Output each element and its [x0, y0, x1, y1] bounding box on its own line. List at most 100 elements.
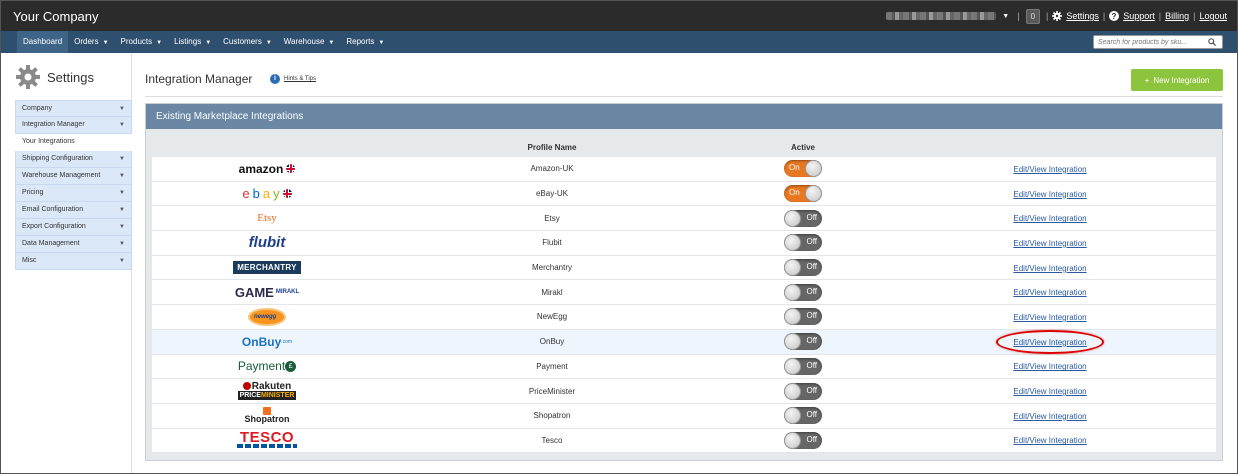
edit-view-integration-link[interactable]: Edit/View Integration: [1013, 313, 1086, 322]
support-link[interactable]: Support: [1123, 11, 1155, 21]
notification-count[interactable]: 0: [1025, 8, 1041, 24]
nav-products[interactable]: Products ▼: [115, 31, 169, 53]
product-search[interactable]: [1093, 35, 1223, 49]
search-input[interactable]: [1098, 38, 1208, 46]
mirakl-logo: GAME MIRAKL: [152, 285, 382, 300]
sidebar-item-label: Warehouse Management: [22, 172, 101, 179]
edit-view-integration-link[interactable]: Edit/View Integration: [1013, 190, 1086, 199]
chevron-down-icon: ▼: [156, 40, 163, 46]
divider: |: [1193, 11, 1196, 21]
sidebar-item-email-configuration[interactable]: Email Configuration ▼: [15, 202, 132, 219]
sidebar-item-your-integrations[interactable]: Your Integrations: [15, 134, 132, 151]
profile-name: Flubit: [542, 238, 562, 248]
edit-view-integration-link[interactable]: Edit/View Integration: [1013, 165, 1086, 174]
edit-view-integration-link[interactable]: Edit/View Integration: [1013, 214, 1086, 223]
nav-customers[interactable]: Customers ▼: [217, 31, 278, 53]
active-toggle[interactable]: Off: [784, 407, 822, 425]
nav-dashboard[interactable]: Dashboard: [17, 31, 69, 53]
sidebar-item-export-configuration[interactable]: Export Configuration ▼: [15, 219, 132, 236]
sidebar-item-label: Integration Manager: [22, 121, 85, 128]
user-name-redacted[interactable]: [886, 12, 997, 20]
chevron-down-icon: ▼: [265, 40, 272, 46]
active-toggle[interactable]: Off: [784, 382, 822, 400]
toggle-knob: [784, 283, 801, 301]
active-cell: Off: [722, 259, 884, 277]
nav-label: Listings: [174, 37, 202, 46]
nav-listings[interactable]: Listings ▼: [168, 31, 217, 53]
chevron-down-icon: ▼: [119, 241, 125, 247]
table-row: flubit Flubit Off Edit/View Integration: [152, 231, 1216, 256]
sidebar-item-shipping-configuration[interactable]: Shipping Configuration ▼: [15, 151, 132, 168]
edit-view-integration-link[interactable]: Edit/View Integration: [1013, 362, 1086, 371]
active-toggle[interactable]: Off: [784, 308, 822, 326]
nav-orders[interactable]: Orders ▼: [68, 31, 114, 53]
table-row: Payment £ Payment Off Edit/View Integrati…: [152, 354, 1216, 380]
active-toggle[interactable]: On: [784, 160, 822, 178]
new-integration-button[interactable]: + New Integration: [1131, 69, 1223, 91]
active-toggle[interactable]: Off: [784, 283, 822, 301]
sidebar-item-pricing[interactable]: Pricing ▼: [15, 185, 132, 202]
active-cell: Off: [722, 382, 884, 400]
help-icon[interactable]: ?: [1109, 11, 1120, 21]
sidebar-item-label: Misc: [22, 257, 37, 264]
sidebar-item-integration-manager[interactable]: Integration Manager ▼: [15, 117, 132, 134]
gear-icon[interactable]: [1052, 11, 1063, 21]
pound-icon: £: [285, 360, 297, 372]
nav-label: Customers: [223, 37, 262, 46]
search-icon[interactable]: [1208, 38, 1216, 46]
etsy-logo: Etsy: [152, 212, 382, 224]
active-toggle[interactable]: Off: [784, 234, 822, 252]
profile-name: NewEgg: [536, 312, 568, 322]
sidebar-item-misc[interactable]: Misc ▼: [15, 253, 132, 270]
table-row: amazon Amazon-UK On Edit/View Integratio…: [152, 157, 1216, 182]
sidebar-item-label: Shipping Configuration: [22, 155, 93, 162]
nav-reports[interactable]: Reports ▼: [340, 31, 390, 53]
sidebar-item-warehouse-management[interactable]: Warehouse Management ▼: [15, 168, 132, 185]
billing-link[interactable]: Billing: [1165, 11, 1189, 21]
table-row: OnBuy .com OnBuy Off Edit/View Integratio…: [152, 329, 1216, 355]
sidebar-item-label: Your Integrations: [22, 138, 75, 145]
active-cell: On: [722, 160, 884, 178]
priceminister-logo-text: Rakuten PRICEMINISTER: [237, 382, 297, 401]
sidebar-item-label: Data Management: [22, 240, 80, 247]
plus-icon: +: [1144, 75, 1150, 85]
active-toggle[interactable]: On: [784, 185, 822, 203]
hints-and-tips[interactable]: i Hints & Tips: [270, 74, 316, 84]
toggle-knob: [784, 407, 801, 425]
toggle-label: Off: [806, 360, 817, 370]
active-toggle[interactable]: Off: [784, 333, 822, 351]
logout-link[interactable]: Logout: [1199, 11, 1227, 21]
chevron-down-icon[interactable]: ▼: [1002, 13, 1009, 20]
hints-link[interactable]: Hints & Tips: [284, 76, 316, 82]
profile-name: Etsy: [544, 213, 560, 223]
table-row: TESCO Tesco Off Edit/View Integration: [152, 428, 1216, 454]
edit-view-integration-link[interactable]: Edit/View Integration: [1013, 436, 1086, 445]
table-row: Shopatron Shopatron Off Edit/View Integr…: [152, 403, 1216, 429]
active-toggle[interactable]: Off: [784, 357, 822, 375]
nav-warehouse[interactable]: Warehouse ▼: [278, 31, 341, 53]
main-area: Integration Manager i Hints & Tips + New…: [145, 54, 1223, 473]
sidebar-item-company[interactable]: Company ▼: [15, 100, 132, 117]
brand-name[interactable]: Your Company: [13, 9, 99, 24]
chevron-down-icon: ▼: [119, 106, 125, 112]
active-toggle[interactable]: Off: [784, 431, 822, 449]
edit-view-integration-link[interactable]: Edit/View Integration: [1013, 239, 1086, 248]
active-cell: Off: [722, 431, 884, 449]
newegg-logo: newegg: [152, 307, 382, 326]
chevron-down-icon: ▼: [328, 40, 335, 46]
onbuy-logo-text: OnBuy: [241, 334, 282, 349]
active-toggle[interactable]: Off: [784, 209, 822, 227]
active-cell: Off: [722, 357, 884, 375]
edit-view-integration-link[interactable]: Edit/View Integration: [1013, 412, 1086, 421]
info-icon[interactable]: i: [270, 74, 280, 84]
sidebar-item-data-management[interactable]: Data Management ▼: [15, 236, 132, 253]
integrations-panel: Existing Marketplace Integrations Profil…: [145, 103, 1223, 461]
profile-name: Merchantry: [531, 263, 572, 273]
edit-view-integration-link[interactable]: Edit/View Integration: [1013, 387, 1086, 396]
active-toggle[interactable]: Off: [784, 259, 822, 277]
settings-link[interactable]: Settings: [1066, 11, 1099, 21]
edit-view-integration-link[interactable]: Edit/View Integration: [1013, 288, 1086, 297]
chevron-down-icon: ▼: [119, 207, 125, 213]
profile-name: PriceMinister: [528, 386, 576, 396]
edit-view-integration-link[interactable]: Edit/View Integration: [1013, 264, 1086, 273]
